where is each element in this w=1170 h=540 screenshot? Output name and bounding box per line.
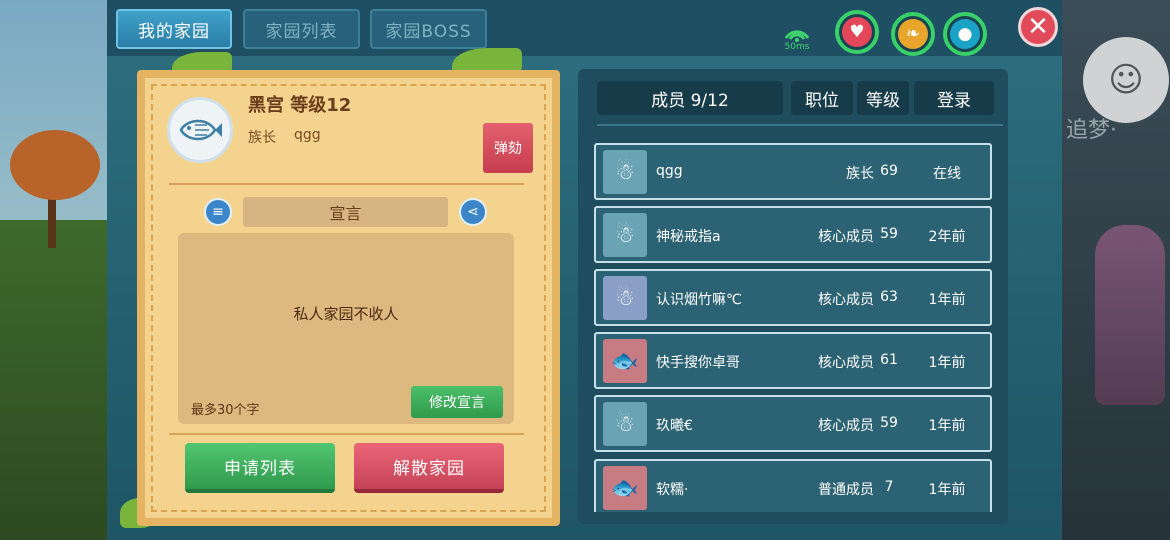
member-avatar: ☃ [603,150,647,194]
member-name: 神秘戒指a [656,229,721,245]
member-avatar: ☃ [603,213,647,257]
avatar-icon: ☺ [1108,60,1144,100]
impeach-button[interactable]: 弹劾 [483,123,533,173]
autumn-tree [10,130,100,200]
member-avatar: ☃ [603,276,647,320]
divider [169,183,524,185]
member-row[interactable]: ☃ 玖曦€ 核心成员 59 1年前 [594,395,992,452]
declaration-text: 私人家园不收人 [293,305,399,323]
member-row[interactable]: ☃ 神秘戒指a 核心成员 59 2年前 [594,206,992,263]
member-login: 2年前 [928,229,966,245]
close-icon: ✕ [1027,12,1049,42]
hunger-status[interactable]: ❧ [891,12,935,56]
edit-declaration-button[interactable]: 修改宣言 [411,386,503,418]
member-row[interactable]: 🐟 软糯· 普通成员 7 1年前 [594,459,992,512]
member-login: 1年前 [928,355,966,371]
member-name: 认识烟竹嘛℃ [656,292,742,308]
notes-icon[interactable]: ≡ [204,198,232,226]
heart-icon: ♥ [842,17,872,47]
player-character [1095,225,1165,405]
tab-my-home[interactable]: 我的家园 [116,9,232,49]
signal-icon [784,30,810,42]
member-level: 61 [880,352,898,368]
close-button[interactable]: ✕ [1018,7,1058,47]
leader-label: 族长 [248,130,276,146]
home-emblem [167,97,233,163]
role-header[interactable]: 职位 [791,81,853,115]
header-divider [597,124,1003,126]
max-chars-hint: 最多30个字 [191,403,260,418]
member-name: 玖曦€ [656,418,693,434]
player-avatar-button[interactable]: ☺ [1083,37,1169,123]
signal-indicator: 50ms [779,22,815,56]
member-login: 1年前 [928,292,966,308]
member-row[interactable]: ☃ 认识烟竹嘛℃ 核心成员 63 1年前 [594,269,992,326]
tab-home-boss[interactable]: 家园BOSS [370,9,487,49]
member-login: 1年前 [928,482,966,498]
member-role: 核心成员 [818,355,874,371]
level-header[interactable]: 等级 [857,81,909,115]
member-name: 软糯· [656,482,689,498]
member-avatar: ☃ [603,402,647,446]
member-level: 63 [880,289,898,305]
water-status[interactable]: ● [943,12,987,56]
member-level: 59 [880,415,898,431]
ping-label: 50ms [784,42,810,52]
member-row[interactable]: 🐟 快手搜你卓哥 核心成员 61 1年前 [594,332,992,389]
member-role: 核心成员 [818,229,874,245]
member-avatar: 🐟 [603,466,647,510]
divider [169,433,524,435]
leader-name: qgg [294,127,321,143]
member-login: 在线 [933,166,961,182]
dissolve-home-button[interactable]: 解散家园 [354,443,504,493]
water-icon: ● [950,19,980,49]
login-header[interactable]: 登录 [914,81,994,115]
member-level: 59 [880,226,898,242]
member-avatar: 🐟 [603,339,647,383]
member-row[interactable]: ☃ qgg 族长 69 在线 [594,143,992,200]
tab-home-list[interactable]: 家园列表 [243,9,360,49]
health-status[interactable]: ♥ [835,10,879,54]
member-name: qgg [656,163,683,179]
apply-list-button[interactable]: 申请列表 [185,443,335,493]
member-role: 普通成员 [818,482,874,498]
hunger-icon: ❧ [898,19,928,49]
member-role: 核心成员 [818,292,874,308]
member-count-header: 成员 9/12 [597,81,783,115]
member-role: 核心成员 [818,418,874,434]
member-role: 族长 [846,166,874,182]
member-list[interactable]: ☃ qgg 族长 69 在线 ☃ 神秘戒指a 核心成员 59 2年前 ☃ 认识烟… [578,140,1008,512]
member-name: 快手搜你卓哥 [656,355,740,371]
share-icon[interactable]: ⋖ [459,198,487,226]
member-login: 1年前 [928,418,966,434]
member-level: 7 [884,479,894,495]
declaration-title: 宣言 [243,197,448,227]
member-level: 69 [880,163,898,179]
home-name-level: 黑宫 等级12 [248,95,352,116]
fish-emblem-icon [179,119,222,141]
